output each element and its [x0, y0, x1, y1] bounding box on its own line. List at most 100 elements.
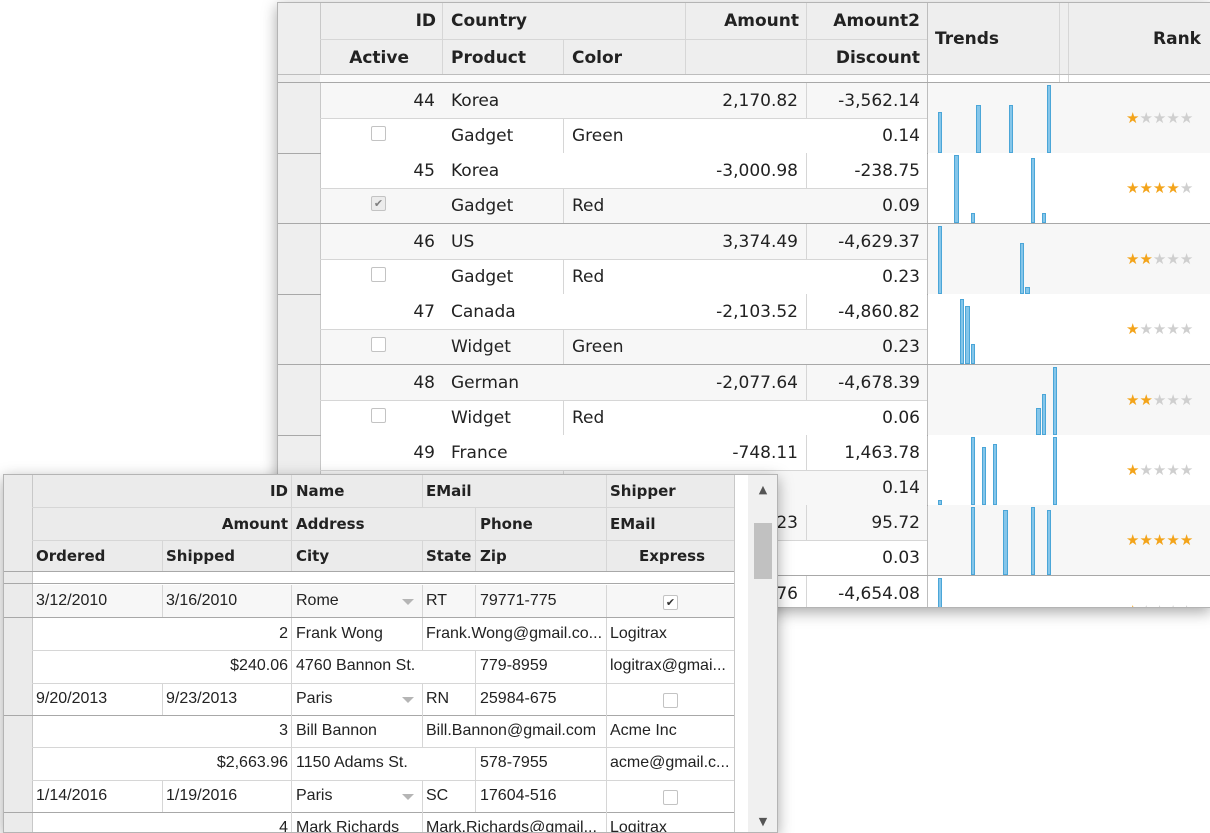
- header-ordered[interactable]: Ordered: [36, 546, 156, 566]
- cell-country[interactable]: Korea: [451, 91, 676, 111]
- cell-product[interactable]: Gadget: [451, 267, 561, 287]
- rank-stars[interactable]: ★★★★★: [1126, 250, 1193, 268]
- cell-zip[interactable]: 25984-675: [480, 689, 604, 709]
- header-zip[interactable]: Zip: [480, 546, 600, 566]
- rank-stars[interactable]: ★★★★★: [1126, 391, 1193, 409]
- cell-address[interactable]: 1150 Adams St.: [296, 753, 472, 773]
- chevron-down-icon[interactable]: [402, 697, 414, 703]
- cell-amount[interactable]: -2,103.52: [686, 302, 798, 322]
- cell-shipped[interactable]: 3/16/2010: [166, 591, 290, 611]
- cell-id[interactable]: 44: [322, 91, 435, 111]
- cell-amount[interactable]: 3,374.49: [686, 232, 798, 252]
- header-name[interactable]: Name: [296, 481, 416, 501]
- cell-shipper[interactable]: Logitrax: [610, 624, 732, 644]
- cell-email[interactable]: Mark.Richards@gmail...: [426, 818, 604, 832]
- cell-discount[interactable]: 0.09: [686, 196, 920, 216]
- cell-color[interactable]: Red: [572, 408, 682, 428]
- header-id[interactable]: ID: [322, 11, 436, 31]
- cell-amount2[interactable]: -4,654.08: [807, 584, 920, 604]
- cell-country[interactable]: Canada: [451, 302, 676, 322]
- cell-discount[interactable]: 0.23: [686, 267, 920, 287]
- chevron-down-icon[interactable]: [402, 599, 414, 605]
- header-shipped[interactable]: Shipped: [166, 546, 286, 566]
- cell-id[interactable]: 4: [36, 818, 288, 832]
- header-city[interactable]: City: [296, 546, 416, 566]
- cell-id[interactable]: 2: [36, 624, 288, 644]
- header-id[interactable]: ID: [36, 481, 288, 501]
- header-shipper[interactable]: Shipper: [610, 481, 730, 501]
- cell-phone[interactable]: 578-7955: [480, 753, 604, 773]
- cell-color[interactable]: Green: [572, 337, 682, 357]
- cell-shipped[interactable]: 9/23/2013: [166, 689, 290, 709]
- cell-discount[interactable]: 0.23: [686, 337, 920, 357]
- cell-id[interactable]: 47: [322, 302, 435, 322]
- express-checkbox[interactable]: [663, 790, 678, 805]
- active-checkbox[interactable]: [371, 407, 386, 423]
- cell-amount2[interactable]: -238.75: [807, 161, 920, 181]
- cell-ordered[interactable]: 3/12/2010: [36, 591, 160, 611]
- cell-product[interactable]: Gadget: [451, 196, 561, 216]
- cell-shipper-email[interactable]: logitrax@gmai...: [610, 656, 732, 676]
- cell-country[interactable]: German: [451, 373, 676, 393]
- header-email[interactable]: EMail: [426, 481, 596, 501]
- cell-email[interactable]: Bill.Bannon@gmail.com: [426, 721, 604, 741]
- rank-stars[interactable]: ★★★★★: [1126, 109, 1193, 127]
- rank-stars[interactable]: ★★★★★: [1126, 461, 1193, 479]
- cell-amount[interactable]: 2,170.82: [686, 91, 798, 111]
- express-checkbox-checked[interactable]: ✔: [663, 595, 678, 610]
- cell-country[interactable]: France: [451, 443, 676, 463]
- cell-id[interactable]: 3: [36, 721, 288, 741]
- cell-name[interactable]: Mark Richards: [296, 818, 420, 832]
- cell-amount2[interactable]: -4,629.37: [807, 232, 920, 252]
- header-discount[interactable]: Discount: [686, 48, 920, 68]
- active-checkbox-checked[interactable]: ✔: [371, 196, 386, 212]
- scroll-down-arrow-icon[interactable]: ▼: [755, 815, 771, 829]
- cell-amount[interactable]: $240.06: [36, 656, 288, 676]
- cell-color[interactable]: Red: [572, 196, 682, 216]
- flex-grid-orders[interactable]: ID Name EMail Shipper Amount Address Pho…: [3, 474, 778, 833]
- header-amount2[interactable]: Amount2: [807, 11, 920, 31]
- cell-amount2[interactable]: -3,562.14: [807, 91, 920, 111]
- cell-name[interactable]: Bill Bannon: [296, 721, 420, 741]
- cell-shipper[interactable]: Logitrax: [610, 818, 732, 832]
- active-checkbox[interactable]: [371, 266, 386, 282]
- cell-product[interactable]: Widget: [451, 337, 561, 357]
- cell-shipped[interactable]: 1/19/2016: [166, 786, 290, 806]
- header-express[interactable]: Express: [610, 546, 734, 566]
- cell-state[interactable]: SC: [426, 786, 474, 806]
- cell-email[interactable]: Frank.Wong@gmail.co...: [426, 624, 604, 644]
- cell-zip[interactable]: 79771-775: [480, 591, 604, 611]
- header-trends[interactable]: Trends: [935, 29, 1055, 49]
- rank-stars[interactable]: ★★★★★: [1126, 602, 1193, 607]
- cell-color[interactable]: Green: [572, 126, 682, 146]
- cell-amount[interactable]: $2,663.96: [36, 753, 288, 773]
- cell-phone[interactable]: 779-8959: [480, 656, 604, 676]
- cell-amount2[interactable]: 95.72: [807, 513, 920, 533]
- cell-state[interactable]: RN: [426, 689, 474, 709]
- cell-country[interactable]: US: [451, 232, 676, 252]
- cell-city[interactable]: Paris: [296, 786, 396, 806]
- header-rank[interactable]: Rank: [1068, 29, 1201, 49]
- active-checkbox[interactable]: [371, 126, 386, 141]
- header-address[interactable]: Address: [296, 514, 466, 534]
- express-checkbox[interactable]: [663, 693, 678, 708]
- scrollbar-thumb[interactable]: [754, 523, 772, 579]
- cell-city[interactable]: Rome: [296, 591, 396, 611]
- cell-id[interactable]: 46: [322, 232, 435, 252]
- cell-discount[interactable]: 0.06: [686, 408, 920, 428]
- header-amount[interactable]: Amount: [686, 11, 799, 31]
- header-color[interactable]: Color: [572, 48, 682, 68]
- active-checkbox[interactable]: [371, 337, 386, 353]
- header-amount[interactable]: Amount: [36, 514, 288, 534]
- cell-amount[interactable]: -748.11: [686, 443, 798, 463]
- cell-discount[interactable]: 0.14: [686, 126, 920, 146]
- cell-amount2[interactable]: -4,860.82: [807, 302, 920, 322]
- cell-name[interactable]: Frank Wong: [296, 624, 420, 644]
- cell-zip[interactable]: 17604-516: [480, 786, 604, 806]
- cell-shipper[interactable]: Acme Inc: [610, 721, 732, 741]
- cell-id[interactable]: 45: [322, 161, 435, 181]
- header-product[interactable]: Product: [451, 48, 561, 68]
- scroll-up-arrow-icon[interactable]: ▲: [755, 483, 771, 497]
- header-country[interactable]: Country: [451, 11, 671, 31]
- cell-ordered[interactable]: 1/14/2016: [36, 786, 160, 806]
